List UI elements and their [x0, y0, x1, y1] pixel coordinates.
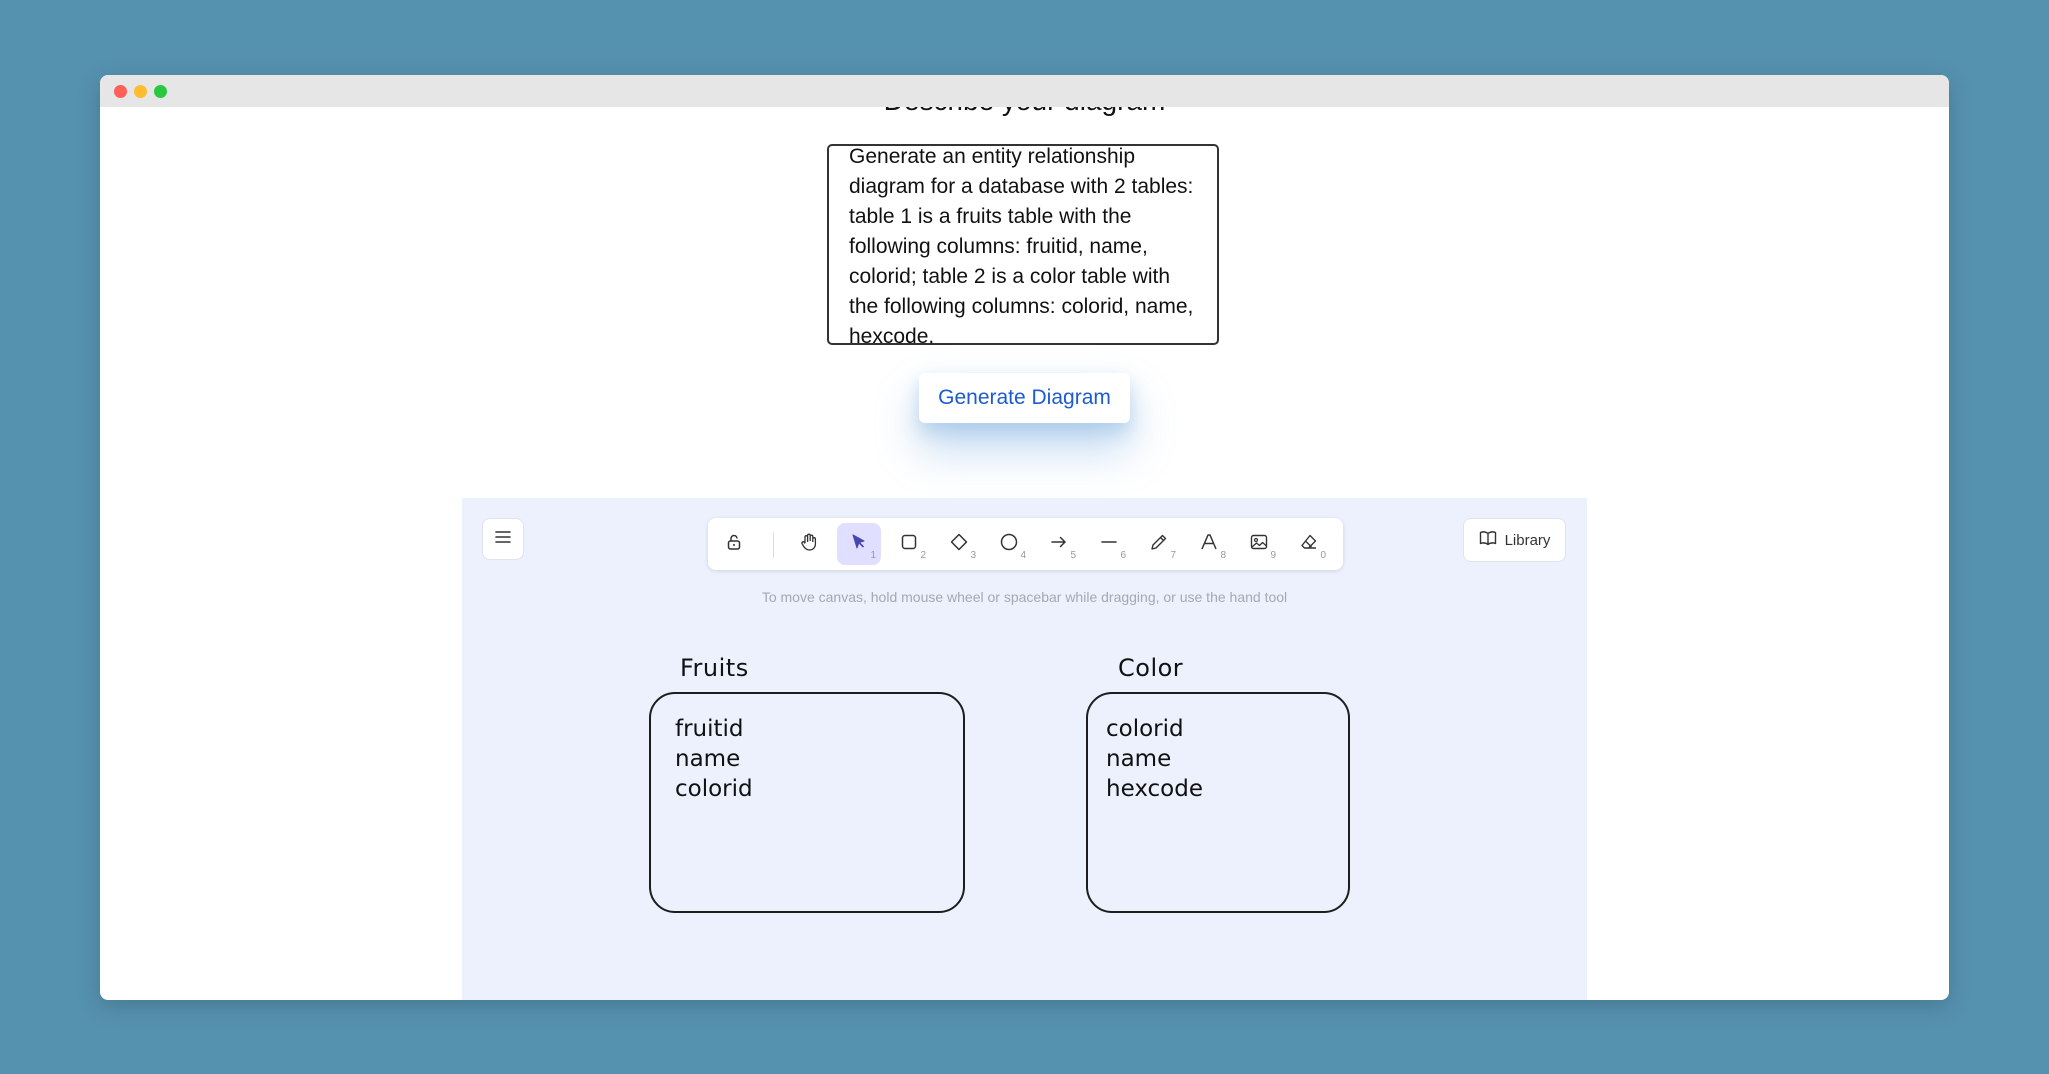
- ellipse-icon: [999, 532, 1019, 557]
- title-bar: [100, 75, 1949, 107]
- shortcut-label: 1: [870, 550, 876, 561]
- eraser-icon: [1299, 532, 1319, 557]
- tool-draw[interactable]: 7: [1137, 523, 1181, 565]
- tool-text[interactable]: 8: [1187, 523, 1231, 565]
- maximize-window-button[interactable]: [154, 85, 167, 98]
- tool-eraser[interactable]: 0: [1287, 523, 1331, 565]
- page-content: Describe your diagram Generate an entity…: [100, 107, 1949, 1000]
- canvas-hint: To move canvas, hold mouse wheel or spac…: [761, 589, 1288, 605]
- prompt-text: Generate an entity relationship diagram …: [849, 145, 1200, 345]
- tool-arrow[interactable]: 5: [1037, 523, 1081, 565]
- shortcut-label: 9: [1270, 550, 1276, 561]
- entity-title-fruits[interactable]: Fruits: [680, 654, 749, 682]
- main-menu-button[interactable]: [482, 518, 524, 560]
- entity-column: name: [1106, 746, 1172, 772]
- shortcut-label: 8: [1220, 550, 1226, 561]
- tool-rectangle[interactable]: 2: [887, 523, 931, 565]
- tool-lock[interactable]: [712, 523, 756, 565]
- lock-icon: [725, 533, 743, 556]
- shortcut-label: 3: [970, 550, 976, 561]
- entity-column: hexcode: [1106, 776, 1203, 802]
- tool-ellipse[interactable]: 4: [987, 523, 1031, 565]
- generate-diagram-button[interactable]: Generate Diagram: [919, 373, 1130, 423]
- pencil-icon: [1149, 532, 1169, 557]
- entity-title-color[interactable]: Color: [1118, 654, 1183, 682]
- diamond-icon: [949, 532, 969, 557]
- arrow-icon: [1049, 532, 1069, 557]
- book-icon: [1479, 530, 1497, 550]
- line-icon: [1099, 532, 1119, 557]
- tool-diamond[interactable]: 3: [937, 523, 981, 565]
- shortcut-label: 5: [1070, 550, 1076, 561]
- shortcut-label: 6: [1120, 550, 1126, 561]
- entity-column: name: [675, 746, 741, 772]
- library-button[interactable]: Library: [1463, 518, 1566, 562]
- shortcut-label: 4: [1020, 550, 1026, 561]
- hamburger-menu-icon: [495, 530, 511, 549]
- toolbar-divider: [773, 532, 774, 558]
- tools-toolbar: 1 2 3 4 5 6 7 8 9 0: [708, 518, 1343, 570]
- minimize-window-button[interactable]: [134, 85, 147, 98]
- entity-box-fruits[interactable]: fruitid name colorid: [649, 692, 965, 913]
- entity-box-color[interactable]: colorid name hexcode: [1086, 692, 1350, 913]
- tool-line[interactable]: 6: [1087, 523, 1131, 565]
- shortcut-label: 2: [920, 550, 926, 561]
- entity-column: colorid: [1106, 716, 1184, 742]
- pointer-icon: [850, 533, 868, 556]
- hand-icon: [799, 532, 819, 557]
- shortcut-label: 0: [1320, 550, 1326, 561]
- page-heading: Describe your diagram: [100, 107, 1949, 117]
- text-icon: [1199, 532, 1219, 557]
- tool-image[interactable]: 9: [1237, 523, 1281, 565]
- browser-window: Describe your diagram Generate an entity…: [100, 75, 1949, 1000]
- drawing-canvas[interactable]: 1 2 3 4 5 6 7 8 9 0 Library To move canv…: [462, 498, 1587, 1000]
- prompt-textarea[interactable]: Generate an entity relationship diagram …: [827, 144, 1219, 345]
- entity-column: colorid: [675, 776, 753, 802]
- library-label: Library: [1504, 531, 1551, 549]
- close-window-button[interactable]: [114, 85, 127, 98]
- rectangle-icon: [900, 533, 918, 556]
- tool-hand[interactable]: [787, 523, 831, 565]
- shortcut-label: 7: [1170, 550, 1176, 561]
- tool-selection[interactable]: 1: [837, 523, 881, 565]
- entity-column: fruitid: [675, 716, 744, 742]
- image-icon: [1249, 532, 1269, 557]
